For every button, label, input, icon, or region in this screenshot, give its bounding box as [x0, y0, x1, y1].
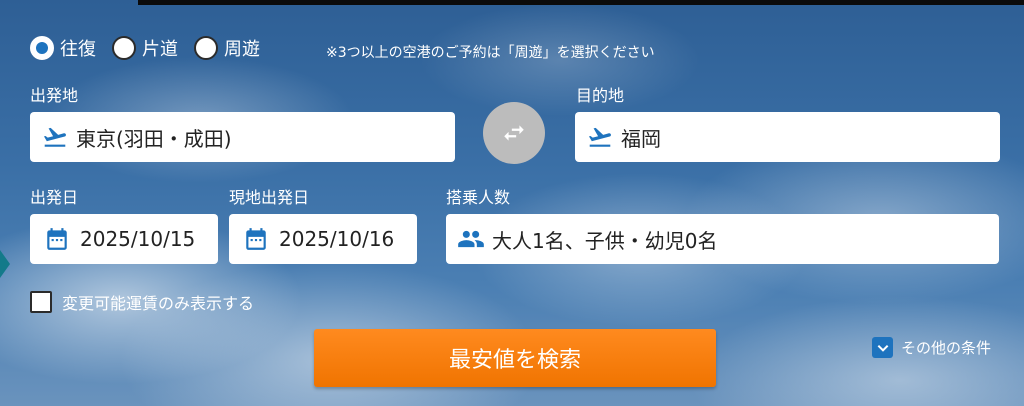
destination-field[interactable]: 福岡 — [575, 112, 1000, 162]
plane-departure-icon — [40, 122, 70, 152]
departure-date-label: 出発日 — [30, 188, 79, 207]
origin-label: 出発地 — [30, 86, 79, 105]
edge-decoration — [0, 250, 10, 278]
trip-type-oneway-radio[interactable]: 片道 — [112, 35, 178, 61]
destination-value: 福岡 — [621, 126, 661, 151]
return-date-field[interactable]: 2025/10/16 — [229, 214, 417, 264]
passengers-field[interactable]: 大人1名、子供・幼児0名 — [446, 214, 999, 264]
trip-type-radio-group: 往復 片道 周遊 — [30, 34, 260, 62]
departure-date-value: 2025/10/15 — [80, 227, 196, 251]
multicity-note: ※3つ以上の空港のご予約は「周遊」を選択ください — [326, 45, 655, 61]
departure-date-field[interactable]: 2025/10/15 — [30, 214, 218, 264]
search-cheapest-button[interactable]: 最安値を検索 — [314, 329, 716, 387]
trip-type-multicity-radio[interactable]: 周遊 — [194, 35, 260, 61]
people-icon — [456, 224, 486, 254]
radio-selected-indicator — [30, 36, 54, 60]
swap-button[interactable] — [483, 102, 545, 164]
origin-field[interactable]: 東京(羽田・成田) — [30, 112, 455, 162]
return-date-value: 2025/10/16 — [279, 227, 395, 251]
changeable-only-label: 変更可能運賃のみ表示する — [62, 294, 255, 313]
passengers-value: 大人1名、子供・幼児0名 — [492, 228, 718, 253]
swap-arrows-icon — [504, 125, 524, 141]
radio-unselected-indicator — [194, 36, 218, 60]
changeable-only-checkbox[interactable] — [30, 291, 52, 313]
top-bar — [138, 0, 1024, 5]
changeable-only-checkbox-row[interactable]: 変更可能運賃のみ表示する — [30, 290, 254, 314]
trip-type-roundtrip-radio[interactable]: 往復 — [30, 35, 96, 61]
trip-type-oneway-label: 片道 — [142, 39, 178, 60]
passengers-label: 搭乗人数 — [446, 188, 511, 207]
calendar-icon — [42, 224, 72, 254]
other-conditions-toggle[interactable]: その他の条件 — [872, 337, 991, 358]
other-conditions-label: その他の条件 — [901, 339, 992, 357]
radio-unselected-indicator — [112, 36, 136, 60]
plane-departure-icon — [585, 122, 615, 152]
origin-value: 東京(羽田・成田) — [76, 126, 232, 151]
chevron-down-icon — [872, 337, 893, 358]
trip-type-roundtrip-label: 往復 — [60, 39, 96, 60]
destination-label: 目的地 — [576, 86, 625, 105]
calendar-icon — [241, 224, 271, 254]
trip-type-multicity-label: 周遊 — [224, 39, 260, 60]
return-date-label: 現地出発日 — [229, 188, 310, 207]
